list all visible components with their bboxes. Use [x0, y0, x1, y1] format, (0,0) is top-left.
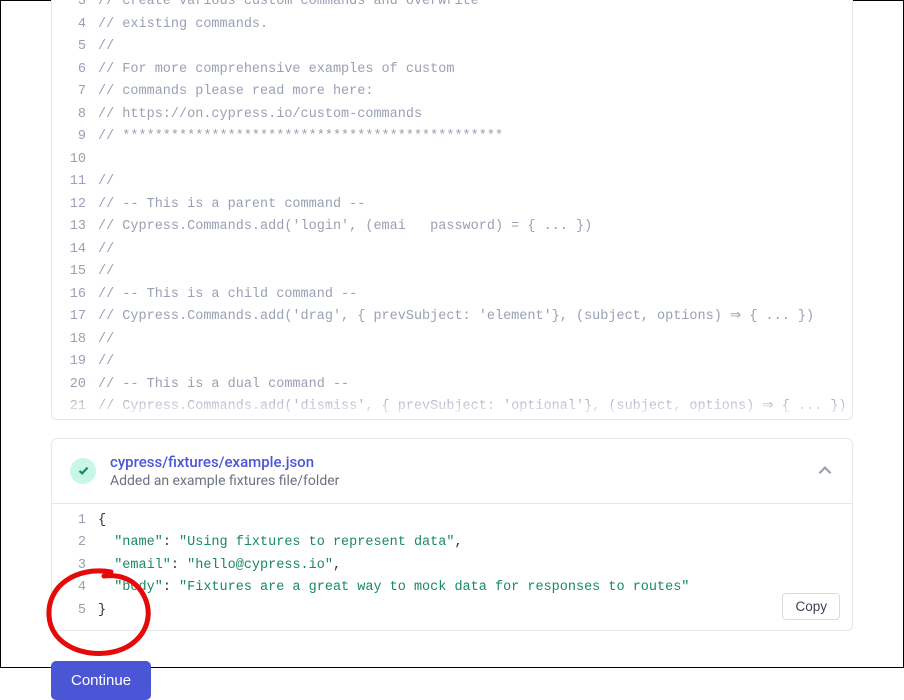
line-number: 2: [52, 532, 98, 555]
code-line: 20// -- This is a dual command --: [52, 374, 852, 397]
file-panel-example-json: cypress/fixtures/example.json Added an e…: [51, 438, 853, 632]
code-text: //: [98, 329, 852, 352]
code-text: //: [98, 36, 852, 59]
code-line: 5//: [52, 36, 852, 59]
code-text: //: [98, 239, 852, 262]
code-text: // Cypress.Commands.add('drag', { prevSu…: [98, 306, 852, 329]
code-text: // Cypress.Commands.add('dismiss', { pre…: [98, 396, 852, 419]
line-number: 16: [52, 284, 98, 307]
code-line: 19//: [52, 351, 852, 374]
code-panel-commands: 3// create various custom commands and o…: [51, 0, 853, 420]
file-description: Added an example fixtures file/folder: [110, 473, 802, 489]
code-line: 14//: [52, 239, 852, 262]
code-line: 11//: [52, 171, 852, 194]
file-meta: cypress/fixtures/example.json Added an e…: [110, 453, 802, 489]
code-text: // -- This is a dual command --: [98, 374, 852, 397]
code-text: //: [98, 261, 852, 284]
line-number: 18: [52, 329, 98, 352]
code-line: 9// ************************************…: [52, 126, 852, 149]
line-number: 8: [52, 104, 98, 127]
code-line: 18//: [52, 329, 852, 352]
line-number: 9: [52, 126, 98, 149]
line-number: 4: [52, 577, 98, 600]
code-line: 5 }: [52, 600, 852, 623]
line-number: 6: [52, 59, 98, 82]
code-text: // commands please read more here:: [98, 81, 852, 104]
code-line: 16// -- This is a child command --: [52, 284, 852, 307]
code-text: // existing commands.: [98, 14, 852, 37]
code-block: 3// create various custom commands and o…: [52, 0, 852, 419]
code-line: 3 "email": "hello@cypress.io",: [52, 555, 852, 578]
line-number: 14: [52, 239, 98, 262]
code-line: 21// Cypress.Commands.add('dismiss', { p…: [52, 396, 852, 419]
code-line: 12// -- This is a parent command --: [52, 194, 852, 217]
line-number: 15: [52, 261, 98, 284]
code-text: // -- This is a child command --: [98, 284, 852, 307]
continue-button[interactable]: Continue: [51, 661, 151, 700]
code-text: // Cypress.Commands.add('login', (emai p…: [98, 216, 852, 239]
copy-button[interactable]: Copy: [782, 593, 840, 620]
code-line: 4// existing commands.: [52, 14, 852, 37]
line-number: 5: [52, 36, 98, 59]
success-check-icon: [70, 458, 96, 484]
code-text: //: [98, 351, 852, 374]
line-number: 1: [52, 510, 98, 533]
line-number: 19: [52, 351, 98, 374]
code-text: // -- This is a parent command --: [98, 194, 852, 217]
code-text: // For more comprehensive examples of cu…: [98, 59, 852, 82]
chevron-up-icon[interactable]: [816, 462, 834, 480]
line-number: 13: [52, 216, 98, 239]
line-number: 5: [52, 600, 98, 623]
line-number: 3: [52, 0, 98, 14]
code-text: // https://on.cypress.io/custom-commands: [98, 104, 852, 127]
line-number: 11: [52, 171, 98, 194]
code-text: //: [98, 171, 852, 194]
line-number: 3: [52, 555, 98, 578]
code-line: 10: [52, 149, 852, 172]
continue-area: Continue: [51, 661, 853, 700]
code-line: 1 {: [52, 510, 852, 533]
code-line: 15//: [52, 261, 852, 284]
line-number: 20: [52, 374, 98, 397]
code-line: 4 "body": "Fixtures are a great way to m…: [52, 577, 852, 600]
code-line: 6// For more comprehensive examples of c…: [52, 59, 852, 82]
line-number: 21: [52, 396, 98, 419]
code-line: 2 "name": "Using fixtures to represent d…: [52, 532, 852, 555]
code-text: // create various custom commands and ov…: [98, 0, 852, 14]
file-header[interactable]: cypress/fixtures/example.json Added an e…: [52, 439, 852, 504]
code-line: 13// Cypress.Commands.add('login', (emai…: [52, 216, 852, 239]
line-number: 17: [52, 306, 98, 329]
code-line: 8// https://on.cypress.io/custom-command…: [52, 104, 852, 127]
code-line: 7// commands please read more here:: [52, 81, 852, 104]
code-text: // *************************************…: [98, 126, 852, 149]
file-name: cypress/fixtures/example.json: [110, 453, 802, 471]
line-number: 10: [52, 149, 98, 172]
code-line: 17// Cypress.Commands.add('drag', { prev…: [52, 306, 852, 329]
json-code-block: 1 { 2 "name": "Using fixtures to represe…: [52, 504, 852, 631]
line-number: 12: [52, 194, 98, 217]
line-number: 4: [52, 14, 98, 37]
code-line: 3// create various custom commands and o…: [52, 0, 852, 14]
line-number: 7: [52, 81, 98, 104]
